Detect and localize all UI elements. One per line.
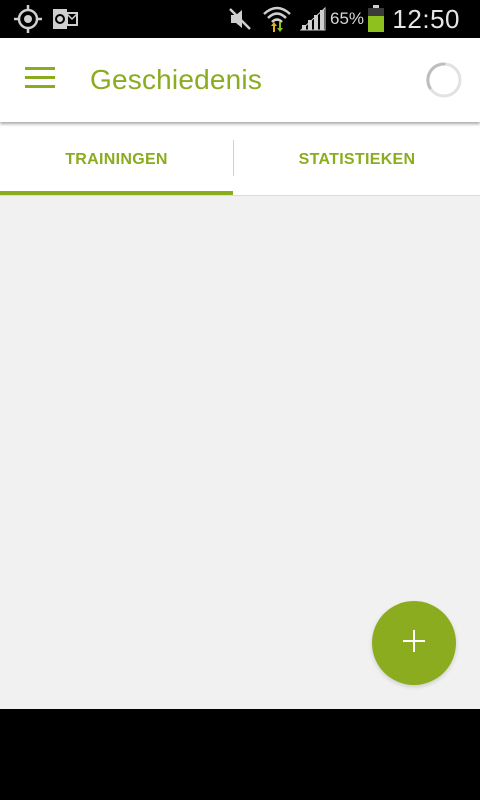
wifi-icon	[262, 0, 292, 38]
toolbar: Geschiedenis	[0, 38, 480, 122]
navigation-bar	[0, 709, 480, 800]
signal-icon	[298, 0, 328, 38]
battery-icon	[366, 0, 386, 38]
menu-button[interactable]	[16, 56, 66, 104]
outlook-icon	[52, 0, 78, 38]
gps-icon	[12, 0, 44, 38]
tab-statistieken[interactable]: STATISTIEKEN	[234, 122, 480, 192]
status-bar: 65% 12:50	[0, 0, 480, 38]
plus-icon	[402, 629, 426, 658]
battery-percent: 65%	[330, 9, 365, 28]
loading-spinner-icon	[424, 60, 464, 100]
clock: 12:50	[392, 4, 460, 34]
mute-icon	[226, 0, 254, 38]
tab-trainingen[interactable]: TRAININGEN	[0, 122, 233, 192]
page-title: Geschiedenis	[90, 64, 263, 95]
selected-tab-indicator	[0, 191, 233, 195]
tab-bar: TRAININGEN STATISTIEKEN	[0, 122, 480, 196]
hamburger-menu-icon	[25, 66, 57, 95]
add-button[interactable]	[372, 601, 456, 685]
